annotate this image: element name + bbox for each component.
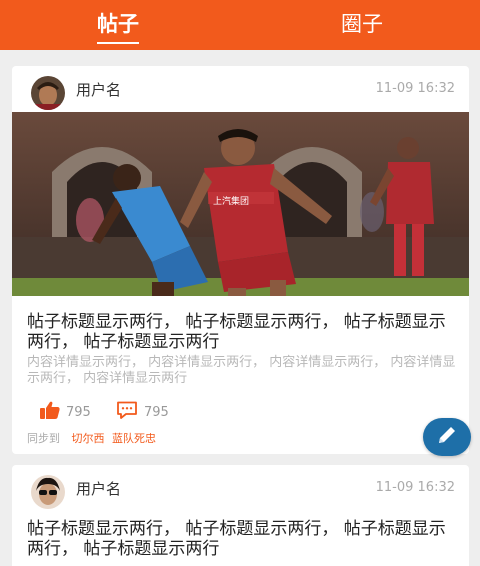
comment-bubble-icon xyxy=(116,401,138,423)
tab-posts[interactable]: 帖子 xyxy=(97,8,139,44)
username[interactable]: 用户名 xyxy=(76,79,121,100)
tab-circles[interactable]: 圈子 xyxy=(341,8,383,38)
sync-line: 同步到 切尔西 蓝队死忠 xyxy=(27,430,160,446)
post-title[interactable]: 帖子标题显示两行， 帖子标题显示两行， 帖子标题显示两行， 帖子标题显示两行 xyxy=(27,519,457,559)
post-header: 用户名 11-09 16:32 xyxy=(12,465,469,509)
post-time: 11-09 16:32 xyxy=(375,480,455,495)
post-time: 11-09 16:32 xyxy=(375,81,455,96)
compose-button[interactable] xyxy=(423,418,471,456)
post-image[interactable]: 上汽集团 xyxy=(12,112,469,296)
sync-label: 同步到 xyxy=(27,432,60,445)
avatar[interactable] xyxy=(31,475,65,509)
post-header: 用户名 11-09 16:32 xyxy=(12,66,469,110)
post-card[interactable]: 用户名 11-09 16:32 帖子标题显示两行， 帖子标题显示两行， 帖子标题… xyxy=(12,465,469,566)
post-title[interactable]: 帖子标题显示两行， 帖子标题显示两行， 帖子标题显示两行， 帖子标题显示两行 xyxy=(27,312,457,352)
post-card[interactable]: 用户名 11-09 16:32 上汽集团 帖子标题显示两行， 帖子标题显示两行，… xyxy=(12,66,469,454)
pencil-icon xyxy=(436,424,458,450)
like-button[interactable]: 795 xyxy=(40,401,91,423)
svg-text:上汽集团: 上汽集团 xyxy=(213,195,249,207)
thumbs-up-icon xyxy=(40,401,60,423)
top-tab-bar: 帖子 圈子 xyxy=(0,0,480,50)
like-count: 795 xyxy=(66,404,91,420)
comment-count: 795 xyxy=(144,404,169,420)
sync-channel-chelsea[interactable]: 切尔西 xyxy=(72,432,105,445)
avatar[interactable] xyxy=(31,76,65,110)
sync-channel-blues-fans[interactable]: 蓝队死忠 xyxy=(112,432,156,445)
username[interactable]: 用户名 xyxy=(76,478,121,499)
comment-button[interactable]: 795 xyxy=(116,401,169,423)
post-description: 内容详情显示两行， 内容详情显示两行， 内容详情显示两行， 内容详情显示两行， … xyxy=(27,355,456,386)
